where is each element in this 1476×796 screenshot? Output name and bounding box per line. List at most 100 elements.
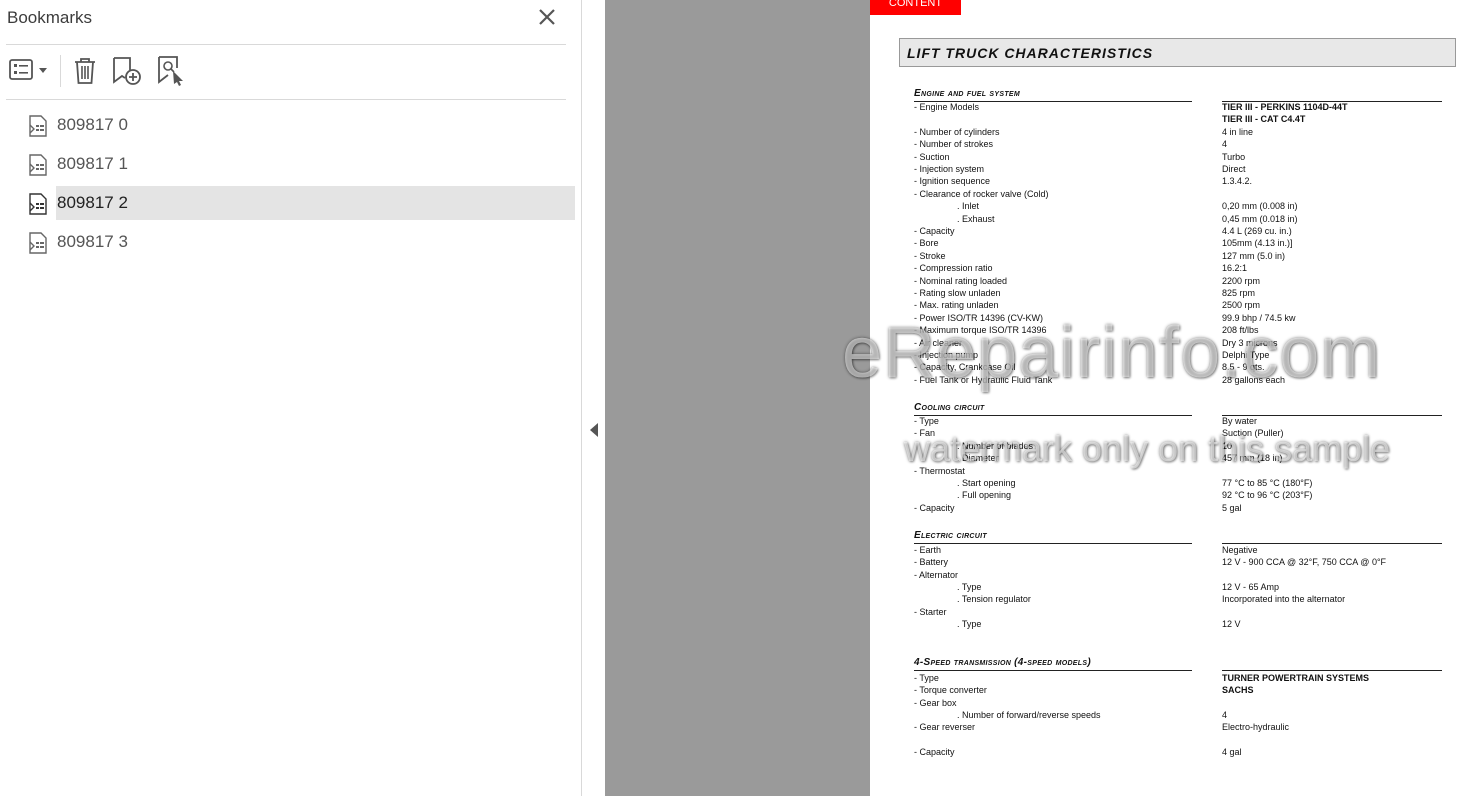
spec-value: 457 mm (18 in) <box>1222 453 1283 464</box>
section-rule <box>914 543 1192 544</box>
close-icon <box>539 9 555 25</box>
section-heading: Engine and fuel system <box>914 88 1020 99</box>
spec-label: - Compression ratio <box>914 263 993 274</box>
add-bookmark-button[interactable] <box>110 54 144 88</box>
options-menu-button[interactable] <box>8 54 50 88</box>
spec-label: - Power ISO/TR 14396 (CV-KW) <box>914 312 1044 323</box>
spec-value: TIER III - CAT C4.4T <box>1222 114 1306 125</box>
collapse-panel-arrow-icon[interactable] <box>590 423 598 437</box>
spec-label: . Exhaust <box>957 213 995 224</box>
spec-label: . Type <box>957 581 982 592</box>
spec-value: 4.4 L (269 cu. in.) <box>1222 226 1292 236</box>
spec-label: . Inlet <box>957 201 980 212</box>
spec-label: - Ignition sequence <box>914 176 991 187</box>
bookmark-item-selected[interactable]: 809817 2 <box>26 186 575 220</box>
divider <box>6 44 566 45</box>
content-link-button[interactable]: CONTENT <box>870 0 961 15</box>
spec-value: Dry 3 microns <box>1222 337 1278 348</box>
spec-value: 1.3.4.2. <box>1222 176 1253 187</box>
spec-label: - Fan <box>914 428 936 439</box>
section-rule <box>1222 670 1442 671</box>
spec-value: 4 <box>1222 139 1228 150</box>
bookmark-item[interactable]: 809817 0 <box>26 108 575 142</box>
spec-value: 4 in line <box>1222 126 1254 137</box>
spec-value: 12 V - 900 CCA @ 32°F, 750 CCA @ 0°F <box>1222 557 1387 568</box>
spec-label: - Max. rating unladen <box>914 300 999 311</box>
spec-value: 105mm (4.13 in.)] <box>1222 238 1293 249</box>
spec-value: 5 gal <box>1222 502 1242 513</box>
section-rule <box>914 670 1192 671</box>
spec-value: 12 V - 65 Amp <box>1222 581 1280 592</box>
spec-value: Incorporated into the alternator <box>1222 594 1346 605</box>
spec-label: - Stroke <box>914 250 946 261</box>
spec-label: - Fuel Tank or Hydraulic Fluid Tank <box>914 374 1053 385</box>
toolbar-divider <box>60 55 61 87</box>
viewer-background <box>605 0 870 796</box>
spec-value: TIER III - PERKINS 1104D-44T <box>1222 102 1348 112</box>
spec-label: . Full opening <box>957 490 1012 501</box>
spec-label: - Capacity <box>914 502 955 513</box>
find-bookmark-button[interactable] <box>155 54 189 88</box>
spec-value: 77 °C to 85 °C (180°F) <box>1222 478 1313 488</box>
delete-bookmark-button[interactable] <box>70 54 100 88</box>
section-rule <box>1222 543 1442 544</box>
spec-label: - Capacity <box>914 746 955 757</box>
bookmark-label: 809817 0 <box>57 115 128 134</box>
section-heading: Cooling circuit <box>914 402 985 413</box>
spec-label: - Capacity, Crankcase Oil <box>914 362 1016 373</box>
spec-label: - Nominal rating loaded <box>914 275 1008 286</box>
spec-label: - Number of cylinders <box>914 126 1000 137</box>
spec-value: SACHS <box>1222 685 1254 696</box>
spec-value: 4 <box>1222 709 1228 720</box>
spec-label: - Starter <box>914 606 947 617</box>
spec-value: 4 gal <box>1222 746 1242 757</box>
spec-value: 10 <box>1222 440 1233 451</box>
spec-label: - Alternator <box>914 569 959 580</box>
spec-label: - Clearance of rocker valve (Cold) <box>914 188 1049 199</box>
spec-value: Turbo <box>1222 151 1246 162</box>
list-options-icon <box>9 59 47 80</box>
spec-label: . Diameter <box>957 453 999 464</box>
spec-label: - Injection system <box>914 164 985 174</box>
bookmark-search-icon <box>158 56 183 86</box>
spec-label: - Suction <box>914 151 950 162</box>
spec-label: - Thermostat <box>914 465 965 476</box>
panel-splitter[interactable] <box>582 0 605 796</box>
spec-value: By water <box>1222 416 1258 426</box>
bookmarks-panel: Bookmarks 809817 0 809817 1 809817 2 809… <box>0 0 582 796</box>
section-rule <box>914 415 1192 416</box>
spec-label: - Rating slow unladen <box>914 288 1001 298</box>
title-box: LIFT TRUCK CHARACTERISTICS <box>899 38 1456 67</box>
spec-value: 99.9 bhp / 74.5 kw <box>1222 312 1296 323</box>
spec-label: - Gear box <box>914 697 957 708</box>
spec-label: . Tension regulator <box>957 594 1031 605</box>
spec-label: - Air cleaner <box>914 337 963 348</box>
spec-value: TURNER POWERTRAIN SYSTEMS <box>1222 673 1370 683</box>
bookmark-item[interactable]: 809817 3 <box>26 225 575 259</box>
bookmark-page-icon <box>29 154 47 176</box>
bookmark-page-icon <box>29 115 47 137</box>
section-heading: 4-Speed transmission (4-speed models) <box>914 657 1091 668</box>
bookmark-page-icon <box>29 232 47 254</box>
spec-value: 28 gallons each <box>1222 374 1286 385</box>
spec-value: 16.2:1 <box>1222 263 1248 274</box>
spec-value: 2500 rpm <box>1222 300 1261 311</box>
spec-label: - Bore <box>914 238 939 249</box>
spec-value: 208 ft/lbs <box>1222 325 1259 336</box>
spec-value: Delphi Type <box>1222 350 1270 360</box>
spec-label: - Torque converter <box>914 685 987 696</box>
section-heading: Electric circuit <box>914 530 987 541</box>
spec-label: . Start opening <box>957 478 1016 488</box>
spec-value: 0,45 mm (0.018 in) <box>1222 213 1298 224</box>
bookmark-label: 809817 3 <box>57 232 128 251</box>
spec-label: - Type <box>914 416 939 426</box>
spec-label: - Battery <box>914 557 949 568</box>
bookmark-label: 809817 2 <box>56 186 575 220</box>
close-panel-button[interactable] <box>536 6 558 28</box>
spec-label: . Number of forward/reverse speeds <box>957 709 1101 720</box>
spec-value: Direct <box>1222 164 1246 174</box>
spec-value: 127 mm (5.0 in) <box>1222 250 1286 261</box>
spec-label: - Gear reverser <box>914 722 976 733</box>
spec-label: - Maximum torque ISO/TR 14396 <box>914 325 1047 336</box>
bookmark-item[interactable]: 809817 1 <box>26 147 575 181</box>
